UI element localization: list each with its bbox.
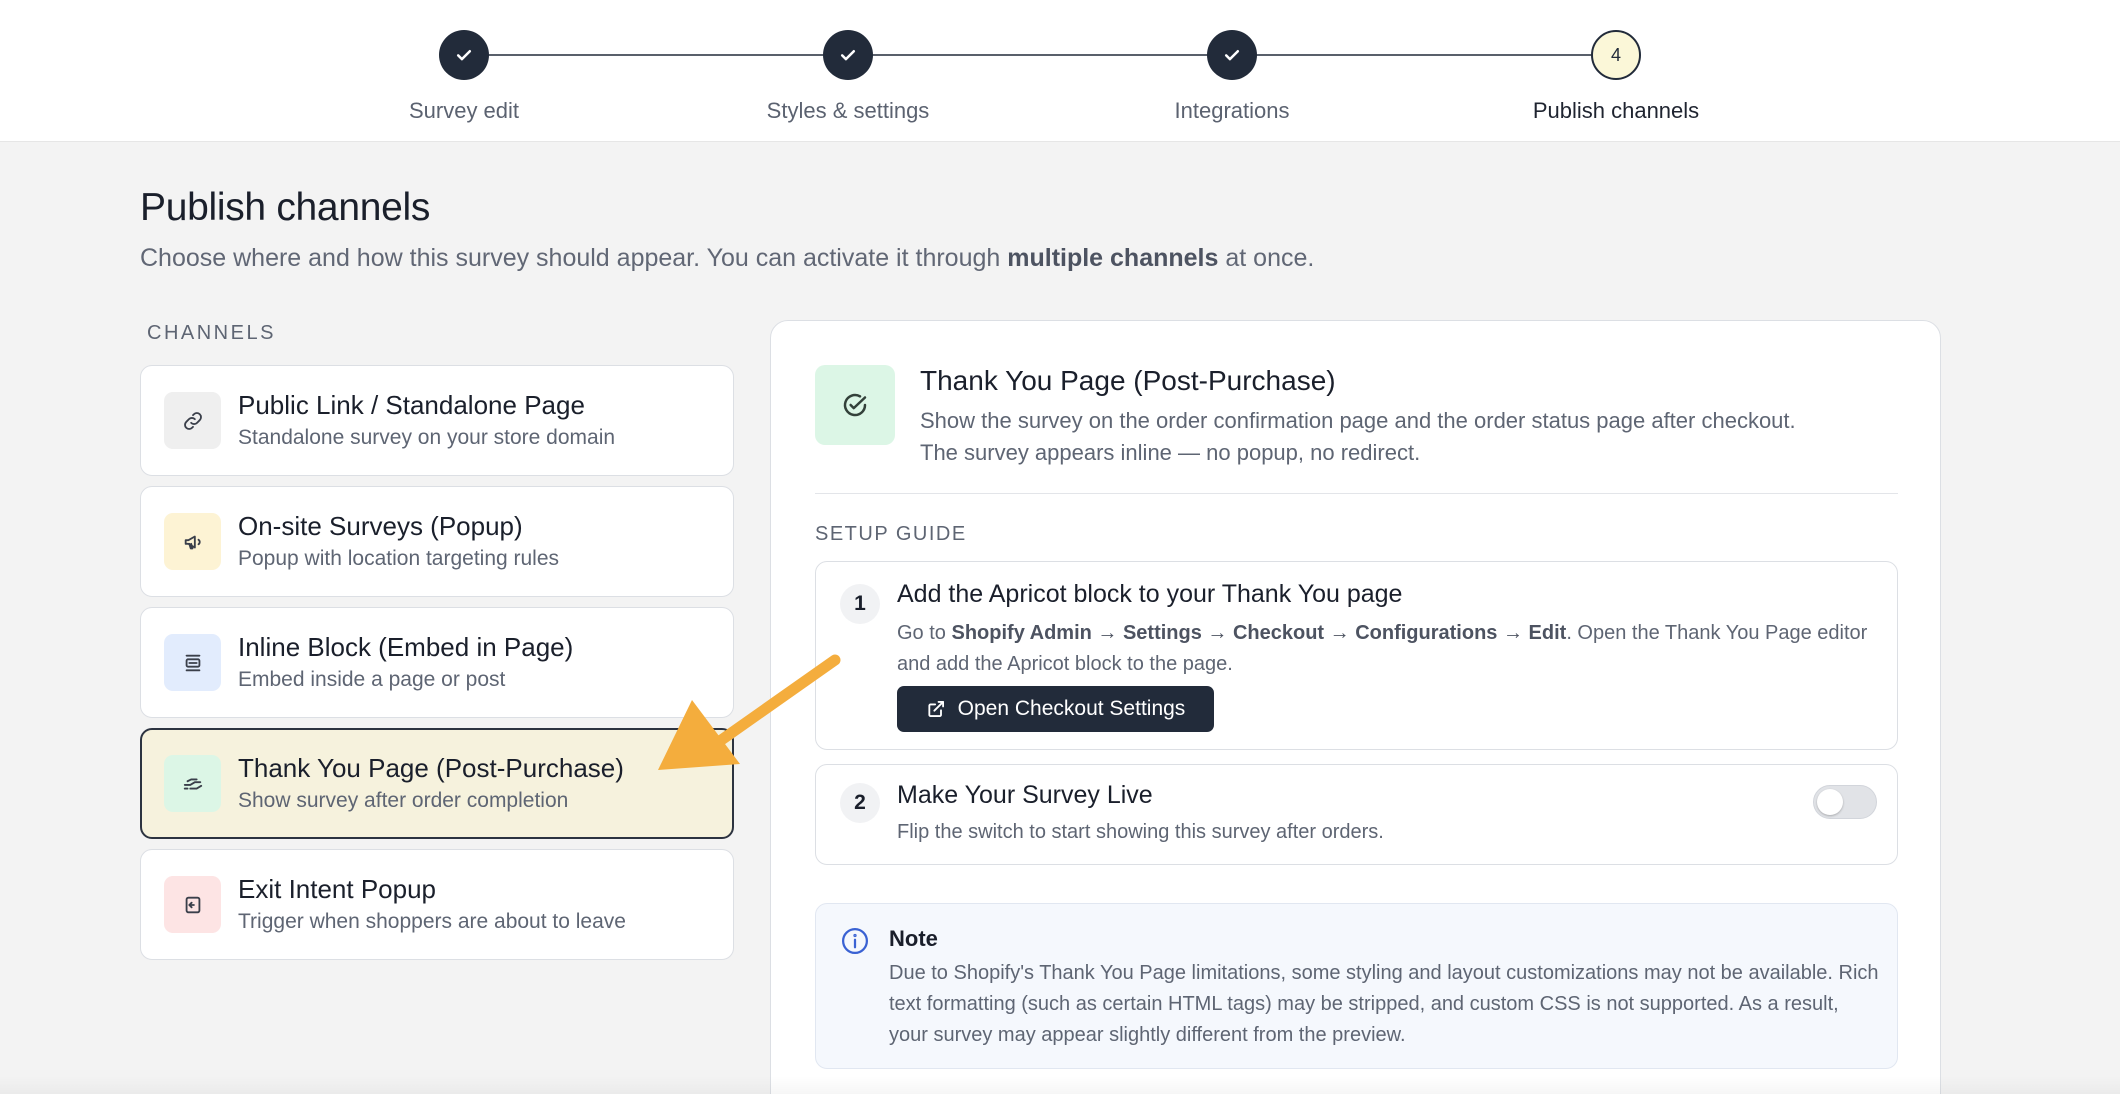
page-title: Publish channels: [140, 186, 431, 229]
step-integrations[interactable]: Integrations: [1082, 30, 1382, 124]
channel-desc: Standalone survey on your store domain: [238, 426, 616, 449]
setup-step-1: 1 Add the Apricot block to your Thank Yo…: [815, 561, 1898, 750]
stepper-bar: Survey edit Styles & settings Integratio…: [0, 0, 2120, 142]
setup-step-text: Flip the switch to start showing this su…: [897, 821, 1384, 843]
bottom-shade: [0, 1076, 2120, 1094]
external-link-icon: [928, 701, 944, 717]
step-survey-edit[interactable]: Survey edit: [314, 30, 614, 124]
channels-heading: CHANNELS: [147, 322, 276, 344]
channel-desc: Show survey after order completion: [238, 789, 569, 812]
hand-icon: [164, 755, 221, 812]
channel-title: Exit Intent Popup: [238, 874, 437, 904]
check-icon: [439, 30, 489, 80]
step-number-badge: 1: [840, 584, 880, 624]
setup-guide-heading: SETUP GUIDE: [815, 523, 967, 545]
channel-desc: Trigger when shoppers are about to leave: [238, 910, 626, 933]
note-title: Note: [889, 926, 938, 951]
check-circle-icon: [815, 365, 895, 445]
channel-title: On-site Surveys (Popup): [238, 511, 523, 541]
toggle-knob: [1817, 789, 1843, 815]
highlight-arrow-icon: [658, 654, 841, 770]
detail-description: Show the survey on the order confirmatio…: [920, 405, 1900, 469]
info-icon: [842, 928, 868, 954]
detail-desc-line: Show the survey on the order confirmatio…: [920, 408, 1796, 433]
page-subtitle: Choose where and how this survey should …: [140, 244, 1314, 273]
megaphone-icon: [164, 513, 221, 570]
channel-title: Thank You Page (Post-Purchase): [238, 753, 624, 783]
setup-step-text: Go to Shopify Admin → Settings → Checkou…: [897, 618, 1877, 680]
embed-block-icon: [164, 634, 221, 691]
detail-title: Thank You Page (Post-Purchase): [920, 365, 1336, 396]
channel-title: Public Link / Standalone Page: [238, 390, 585, 420]
step-publish-channels[interactable]: 4 Publish channels: [1466, 30, 1766, 124]
step-label: Survey edit: [408, 98, 520, 123]
channel-detail-card: Thank You Page (Post-Purchase) Show the …: [770, 320, 1941, 1094]
check-icon: [1207, 30, 1257, 80]
channel-desc: Embed inside a page or post: [238, 668, 506, 691]
step-label: Integrations: [1174, 98, 1290, 123]
channel-desc: Popup with location targeting rules: [238, 547, 560, 570]
detail-desc-line: The survey appears inline — no popup, no…: [920, 440, 1421, 465]
survey-live-toggle[interactable]: [1813, 785, 1877, 819]
subtitle-text: at once.: [1218, 244, 1315, 272]
channel-title: Inline Block (Embed in Page): [238, 632, 574, 662]
settings-path: Shopify Admin → Settings → Checkout → Co…: [951, 622, 1567, 644]
subtitle-text: Choose where and how this survey should …: [140, 244, 1008, 272]
note-box: Note Due to Shopify's Thank You Page lim…: [815, 903, 1898, 1069]
step-number: 4: [1591, 30, 1641, 80]
link-icon: [164, 392, 221, 449]
setup-step-title: Add the Apricot block to your Thank You …: [897, 580, 1403, 608]
step-styles-settings[interactable]: Styles & settings: [698, 30, 998, 124]
button-label: Open Checkout Settings: [957, 697, 1186, 720]
divider: [815, 493, 1898, 494]
exit-icon: [164, 876, 221, 933]
step-label: Publish channels: [1532, 98, 1700, 123]
channel-public-link[interactable]: Public Link / Standalone Page Standalone…: [140, 365, 734, 476]
setup-step-title: Make Your Survey Live: [897, 781, 1153, 809]
text-part: Go to: [897, 622, 952, 644]
note-text: Due to Shopify's Thank You Page limitati…: [889, 962, 1879, 1046]
open-checkout-settings-button[interactable]: Open Checkout Settings: [897, 686, 1214, 732]
channel-exit-intent[interactable]: Exit Intent Popup Trigger when shoppers …: [140, 849, 734, 960]
check-icon: [823, 30, 873, 80]
step-label: Styles & settings: [766, 98, 930, 123]
channel-onsite-popup[interactable]: On-site Surveys (Popup) Popup with locat…: [140, 486, 734, 597]
subtitle-emphasis: multiple channels: [1007, 244, 1219, 272]
setup-step-2: 2 Make Your Survey Live Flip the switch …: [815, 764, 1898, 865]
